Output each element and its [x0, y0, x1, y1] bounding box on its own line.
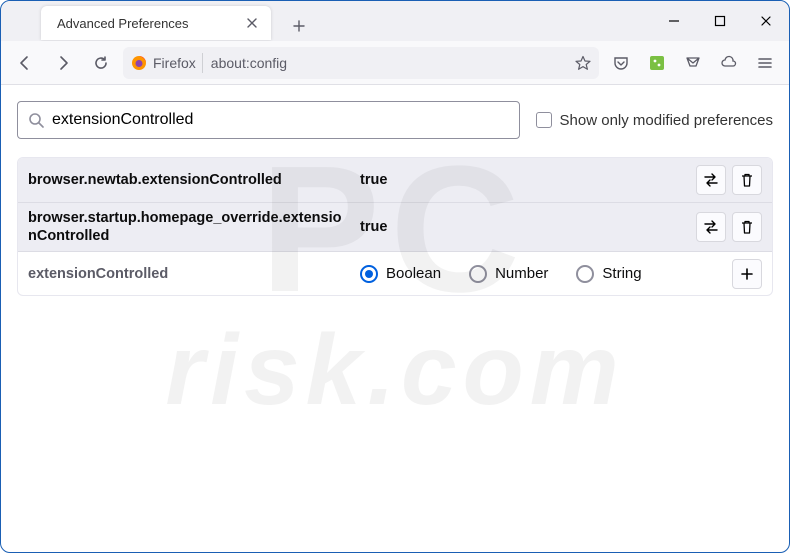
window-maximize-button[interactable]	[697, 1, 743, 41]
account-button[interactable]	[713, 47, 745, 79]
nav-reload-button[interactable]	[85, 47, 117, 79]
reload-icon	[92, 54, 110, 72]
radio-number[interactable]: Number	[469, 265, 548, 283]
trash-icon	[739, 219, 755, 235]
toggle-button[interactable]	[696, 212, 726, 242]
puzzle-icon	[649, 55, 665, 71]
app-menu-button[interactable]	[749, 47, 781, 79]
add-pref-button[interactable]	[732, 259, 762, 289]
pref-value: true	[360, 172, 684, 188]
new-pref-type-radios: Boolean Number String	[360, 265, 720, 283]
radio-string[interactable]: String	[576, 265, 641, 283]
cloud-sync-icon	[720, 54, 738, 72]
search-input[interactable]	[52, 111, 509, 129]
radio-boolean[interactable]: Boolean	[360, 265, 441, 283]
hamburger-icon	[757, 55, 773, 71]
nav-back-button[interactable]	[9, 47, 41, 79]
new-pref-row: extensionControlled Boolean Number Strin…	[18, 251, 772, 295]
trash-icon	[739, 172, 755, 188]
prefs-table: browser.newtab.extensionControlled true …	[17, 157, 773, 296]
pref-name: browser.startup.homepage_override.extens…	[28, 209, 348, 245]
search-icon	[28, 112, 44, 128]
show-only-modified-checkbox[interactable]: Show only modified preferences	[536, 112, 773, 129]
titlebar: Advanced Preferences	[1, 1, 789, 41]
radio-icon	[360, 265, 378, 283]
nav-forward-button[interactable]	[47, 47, 79, 79]
plus-icon	[292, 19, 306, 33]
url-identity-label: Firefox	[153, 55, 196, 71]
url-bar[interactable]: Firefox about:config	[123, 47, 599, 79]
checkbox-icon	[536, 112, 552, 128]
delete-button[interactable]	[732, 165, 762, 195]
maximize-icon	[714, 15, 726, 27]
swap-icon	[702, 218, 720, 236]
minimize-icon	[668, 15, 680, 27]
tabs-strip: Advanced Preferences	[1, 6, 313, 40]
radio-icon	[576, 265, 594, 283]
firefox-logo-icon	[131, 55, 147, 71]
pocket-button[interactable]	[605, 47, 637, 79]
tab-close-button[interactable]	[243, 14, 261, 32]
close-icon	[246, 17, 258, 29]
plus-icon	[740, 267, 754, 281]
bookmark-button[interactable]	[575, 55, 591, 71]
swap-icon	[702, 171, 720, 189]
toggle-button[interactable]	[696, 165, 726, 195]
pref-row: browser.newtab.extensionControlled true	[18, 158, 772, 202]
about-config-content: Show only modified preferences browser.n…	[1, 85, 789, 552]
inbox-icon	[684, 54, 702, 72]
nav-toolbar: Firefox about:config	[1, 41, 789, 85]
checkbox-label: Show only modified preferences	[560, 112, 773, 129]
pref-row: browser.startup.homepage_override.extens…	[18, 202, 772, 251]
radio-label: Number	[495, 265, 548, 282]
radio-label: String	[602, 265, 641, 282]
star-icon	[575, 55, 591, 71]
close-icon	[760, 15, 772, 27]
radio-label: Boolean	[386, 265, 441, 282]
pref-value: true	[360, 219, 684, 235]
pocket-icon	[612, 54, 630, 72]
new-tab-button[interactable]	[285, 12, 313, 40]
arrow-right-icon	[54, 54, 72, 72]
window-minimize-button[interactable]	[651, 1, 697, 41]
delete-button[interactable]	[732, 212, 762, 242]
new-pref-name: extensionControlled	[28, 265, 348, 283]
arrow-left-icon	[16, 54, 34, 72]
url-identity-box[interactable]: Firefox	[131, 53, 203, 73]
tab-advanced-preferences[interactable]: Advanced Preferences	[41, 6, 271, 40]
search-box[interactable]	[17, 101, 520, 139]
window-controls	[651, 1, 789, 41]
url-text: about:config	[211, 55, 287, 71]
window-close-button[interactable]	[743, 1, 789, 41]
tab-title: Advanced Preferences	[57, 16, 235, 31]
pref-name: browser.newtab.extensionControlled	[28, 171, 348, 189]
inbox-button[interactable]	[677, 47, 709, 79]
radio-icon	[469, 265, 487, 283]
extension-button[interactable]	[641, 47, 673, 79]
